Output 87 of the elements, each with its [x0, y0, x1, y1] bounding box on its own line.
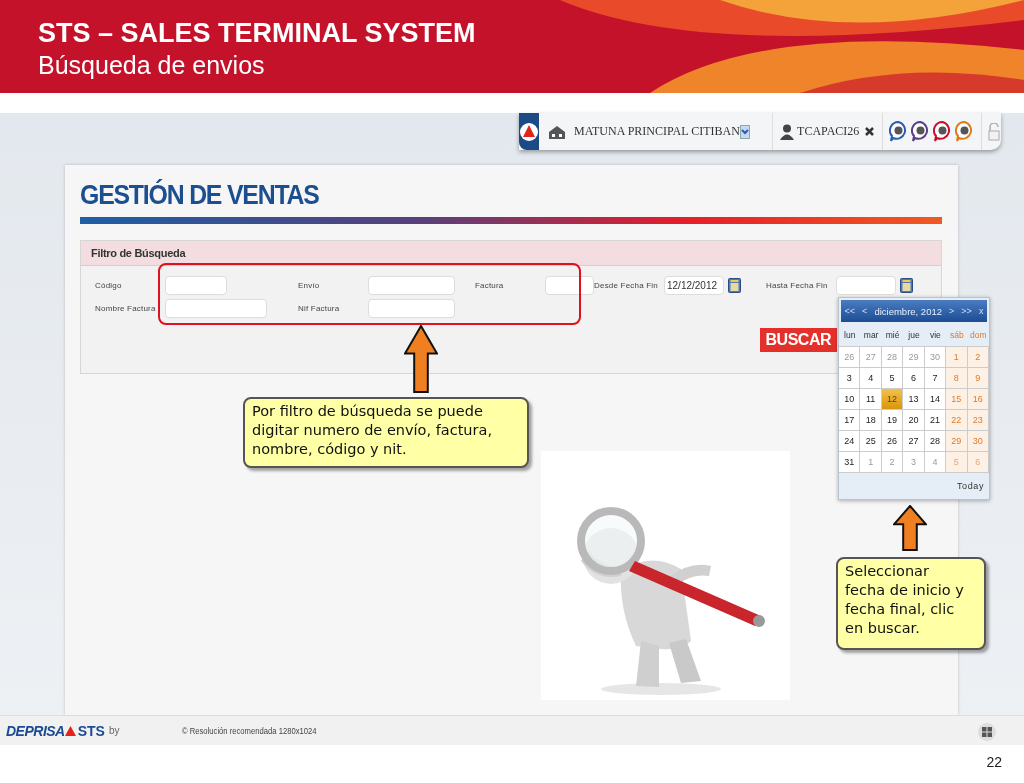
- weekday-label: dom: [969, 330, 988, 340]
- page-heading: GESTIÓN DE VENTAS: [80, 180, 319, 211]
- month-title: diciembre, 2012: [874, 305, 942, 317]
- day-cell[interactable]: 31: [839, 452, 861, 473]
- calendar-icon[interactable]: [728, 278, 741, 293]
- dropdown-button[interactable]: [739, 124, 750, 139]
- field-label: Nombre Factura: [95, 304, 157, 313]
- day-cell[interactable]: 18: [860, 410, 882, 431]
- day-cell[interactable]: 29: [903, 347, 925, 368]
- user-name: TCAPACI26: [797, 124, 860, 139]
- day-cell[interactable]: 29: [946, 431, 968, 452]
- weekday-label: lun: [843, 330, 857, 340]
- field-label: Código: [95, 281, 123, 290]
- day-cell[interactable]: 4: [860, 368, 882, 389]
- day-cell[interactable]: 27: [860, 347, 882, 368]
- nav-button[interactable]: <<: [844, 306, 856, 316]
- page-number: 22: [986, 754, 1002, 770]
- panel-title: Filtro de Búsqueda: [91, 247, 186, 259]
- input-field[interactable]: [836, 276, 896, 295]
- by-text: by: [108, 725, 120, 736]
- slide-subtitle: Búsqueda de envios: [38, 51, 265, 80]
- callout-note: Seleccionar fecha de inicio y fecha final, clic en buscar.: [836, 557, 986, 650]
- day-cell[interactable]: 23: [967, 410, 989, 431]
- weekday-label: mié: [884, 330, 901, 340]
- field-label: Desde Fecha Fin: [594, 281, 659, 290]
- input-field[interactable]: [165, 299, 267, 318]
- calendar-icon[interactable]: [900, 278, 913, 293]
- weekday-label: vie: [929, 330, 942, 340]
- input-field[interactable]: [545, 276, 594, 295]
- arrow-up-icon: [404, 325, 438, 393]
- day-cell[interactable]: 2: [881, 452, 904, 473]
- grid-icon[interactable]: [978, 723, 996, 741]
- app-logo-icon[interactable]: [519, 113, 539, 150]
- field-label: Nif Factura: [298, 304, 341, 313]
- today-button[interactable]: Today: [956, 481, 984, 491]
- day-cell[interactable]: 15: [946, 389, 968, 410]
- field-label: Factura: [475, 281, 505, 290]
- product-logo: STS: [77, 722, 105, 739]
- day-cell[interactable]: 16: [967, 389, 989, 410]
- nav-button[interactable]: >: [949, 306, 955, 316]
- weekday-label: sáb: [949, 330, 965, 340]
- close-button[interactable]: x: [978, 306, 984, 316]
- day-cell[interactable]: 8: [946, 368, 968, 389]
- caret-icon: [740, 128, 749, 135]
- field-label: Hasta Fecha Fin: [766, 281, 829, 290]
- triangle-icon: [64, 725, 76, 736]
- day-cell[interactable]: 26: [881, 431, 904, 452]
- slide-title: STS – SALES TERMINAL SYSTEM: [38, 18, 476, 49]
- day-cell[interactable]: 6: [903, 368, 925, 389]
- day-cell[interactable]: 11: [860, 389, 882, 410]
- day-cell[interactable]: 27: [903, 431, 925, 452]
- day-cell[interactable]: 3: [903, 452, 925, 473]
- day-cell[interactable]: 13: [903, 389, 925, 410]
- day-cell[interactable]: 19: [881, 410, 904, 431]
- day-cell[interactable]: 2: [967, 347, 989, 368]
- input-field[interactable]: [368, 299, 455, 318]
- weekday-label: mar: [862, 330, 880, 340]
- brand-logo: DEPRISA: [6, 722, 65, 739]
- day-cell[interactable]: 1: [860, 452, 882, 473]
- input-field[interactable]: [165, 276, 227, 295]
- arrow-up-icon: [893, 505, 927, 551]
- input-field[interactable]: [368, 276, 455, 295]
- input-field[interactable]: 12/12/2012: [664, 276, 724, 295]
- branch-name: MATUNA PRINCIPAL CITIBAN: [574, 124, 740, 139]
- weekday-label: jue: [907, 330, 921, 340]
- day-cell[interactable]: 10: [839, 389, 861, 410]
- person-icon: [780, 123, 795, 140]
- nav-button[interactable]: >>: [961, 306, 972, 316]
- resolution-note: © Resolución recomendada 1280x1024: [181, 725, 317, 736]
- day-cell[interactable]: 12: [881, 389, 904, 410]
- day-cell[interactable]: 1: [946, 347, 968, 368]
- callout-note: Por filtro de búsqueda se puede digitar numero de envío, factura, nombre, código y nit.: [243, 397, 529, 468]
- day-cell[interactable]: 17: [839, 410, 861, 431]
- field-label: Envío: [298, 281, 321, 290]
- close-icon[interactable]: [865, 127, 875, 136]
- day-cell[interactable]: 30: [967, 431, 989, 452]
- nav-button[interactable]: <: [862, 306, 868, 316]
- house-icon: [548, 124, 566, 139]
- day-cell[interactable]: 9: [967, 368, 989, 389]
- search-button[interactable]: BUSCAR: [759, 328, 837, 352]
- day-cell[interactable]: 3: [839, 368, 861, 389]
- day-cell[interactable]: 20: [903, 410, 925, 431]
- day-cell[interactable]: 25: [860, 431, 882, 452]
- day-cell[interactable]: 28: [881, 347, 904, 368]
- day-cell[interactable]: 26: [839, 347, 861, 368]
- day-cell[interactable]: 24: [839, 431, 861, 452]
- day-cell[interactable]: 22: [946, 410, 968, 431]
